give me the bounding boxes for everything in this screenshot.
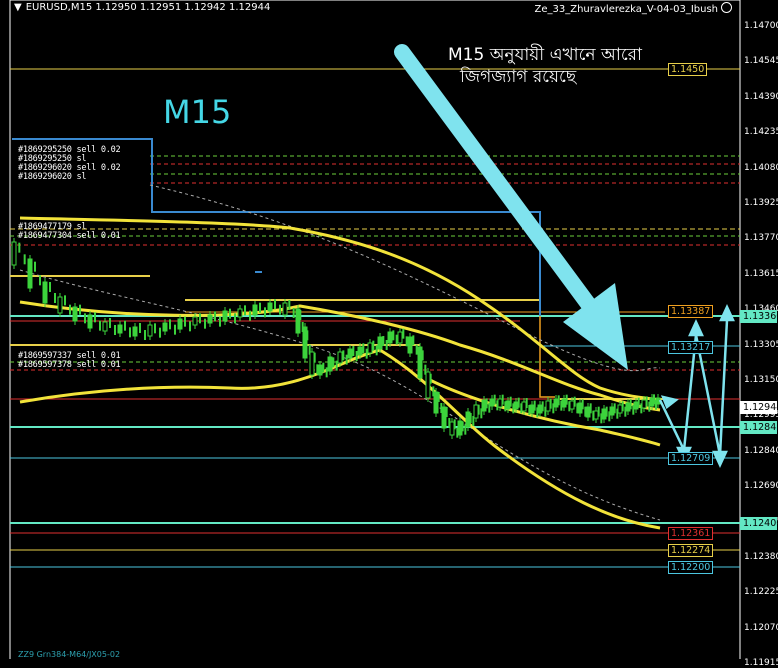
candle-body bbox=[625, 402, 631, 412]
chart-title: ▼ EURUSD,M15 1.12950 1.12951 1.12942 1.12… bbox=[14, 2, 270, 13]
candle-body bbox=[505, 400, 511, 410]
price-axis-label: 1.14235 bbox=[744, 127, 778, 138]
candle-body bbox=[561, 398, 567, 408]
candle-body bbox=[387, 331, 393, 344]
candle-body bbox=[327, 356, 333, 372]
candle-body bbox=[27, 258, 33, 289]
price-chart[interactable] bbox=[0, 0, 778, 659]
candle-body bbox=[237, 308, 243, 318]
price-axis-label: 1.14390 bbox=[744, 91, 778, 102]
candle-body bbox=[617, 404, 623, 414]
candle-body bbox=[102, 321, 108, 332]
candle-body bbox=[377, 336, 383, 350]
candle-body bbox=[545, 400, 551, 412]
order-label: #1869597378 sell 0.01 bbox=[18, 360, 121, 370]
smiley-icon bbox=[721, 2, 732, 13]
price-axis-label: 1.12690 bbox=[744, 481, 778, 492]
candle-body bbox=[11, 241, 17, 266]
price-tag: 1.13387 bbox=[668, 305, 714, 318]
candle-body bbox=[337, 351, 343, 364]
candle-body bbox=[309, 351, 315, 376]
price-tag: 1.12361 bbox=[668, 527, 714, 540]
candle-body bbox=[72, 306, 78, 322]
candle-body bbox=[147, 324, 153, 337]
price-axis-label: 1.13150 bbox=[744, 375, 778, 385]
candle-body bbox=[465, 411, 471, 428]
note-line-2: জিগজ্যাগ রয়েছে bbox=[460, 67, 577, 87]
expert-advisor-label[interactable]: Ze_33_Zhuravlerezka_V-04-03_Ibush bbox=[535, 2, 732, 15]
price-axis-label: 1.13615 bbox=[744, 268, 778, 279]
candle-body bbox=[207, 314, 213, 324]
candle-body bbox=[537, 404, 543, 414]
candle-body bbox=[441, 406, 447, 429]
price-tag: 1.12944 bbox=[740, 401, 778, 414]
candle-body bbox=[601, 408, 607, 420]
price-axis-label: 1.14080 bbox=[744, 162, 778, 173]
candle-body bbox=[513, 401, 519, 410]
candle-body bbox=[497, 398, 503, 408]
candle-body bbox=[553, 398, 559, 408]
price-tag: 1.12400 bbox=[740, 517, 778, 530]
order-label: #1869477304 sell 0.01 bbox=[18, 231, 121, 241]
candle-body bbox=[529, 404, 535, 414]
order-label: #1869296020 sl bbox=[18, 172, 87, 182]
candle-body bbox=[473, 404, 479, 419]
price-axis-label: 1.13770 bbox=[744, 233, 778, 244]
candle-body bbox=[585, 406, 591, 418]
candle-body bbox=[117, 324, 123, 334]
candle-body bbox=[433, 391, 439, 414]
timeframe-annotation: M15 bbox=[163, 93, 232, 131]
candle-body bbox=[457, 420, 463, 436]
candle-body bbox=[162, 322, 168, 332]
candle-body bbox=[407, 336, 413, 354]
candle-body bbox=[577, 402, 583, 414]
note-line-1: M15 অনুযায়ী এখানে আরো bbox=[448, 45, 642, 65]
candle-body bbox=[57, 296, 63, 314]
candle-body bbox=[569, 400, 575, 410]
candle-body bbox=[449, 421, 455, 436]
candle-body bbox=[317, 364, 323, 376]
price-tag: 1.12274 bbox=[668, 544, 714, 557]
chart-symbol-info: EURUSD,M15 1.12950 1.12951 1.12942 1.129… bbox=[25, 2, 271, 13]
candle-body bbox=[177, 318, 183, 330]
price-axis-label: 1.12840 bbox=[744, 445, 778, 456]
price-tag: 1.13217 bbox=[668, 341, 714, 354]
price-axis-label: 1.13305 bbox=[744, 339, 778, 350]
candle-body bbox=[425, 371, 431, 399]
candle-body bbox=[87, 314, 93, 329]
candle-body bbox=[481, 399, 487, 412]
candle-body bbox=[641, 399, 647, 409]
candle-body bbox=[489, 398, 495, 407]
candle-body bbox=[417, 346, 423, 379]
candle-body bbox=[609, 406, 615, 416]
price-tag: 1.12200 bbox=[668, 561, 714, 574]
price-tag: 1.1450 bbox=[668, 63, 708, 76]
candle-body bbox=[252, 304, 258, 316]
candle-body bbox=[267, 302, 273, 312]
candle-body bbox=[521, 401, 527, 412]
candle-body bbox=[222, 310, 228, 322]
candle-body bbox=[132, 326, 138, 337]
price-tag: 1.12709 bbox=[668, 452, 714, 465]
candle-body bbox=[192, 316, 198, 326]
price-axis-label: 1.12070 bbox=[744, 622, 778, 633]
candle-body bbox=[42, 281, 48, 304]
price-axis-label: 1.12225 bbox=[744, 587, 778, 598]
candle-body bbox=[397, 331, 403, 344]
indicator-footer: ZZ9 Grn384-M64/JX05-02 bbox=[18, 650, 121, 659]
candle-body bbox=[367, 342, 373, 354]
dropdown-arrow-icon[interactable]: ▼ bbox=[14, 2, 22, 13]
price-tag: 1.13360 bbox=[740, 310, 778, 323]
price-axis-label: 1.14545 bbox=[744, 56, 778, 67]
price-axis-label: 1.12380 bbox=[744, 552, 778, 562]
candle-body bbox=[357, 346, 363, 356]
candle-body bbox=[282, 302, 288, 316]
price-axis-label: 1.14700 bbox=[744, 21, 778, 31]
candle-body bbox=[633, 401, 639, 410]
candle-body bbox=[593, 410, 599, 420]
price-tag: 1.12848 bbox=[740, 421, 778, 434]
price-axis-label: 1.13925 bbox=[744, 198, 778, 208]
price-axis-label: 1.11915 bbox=[744, 658, 778, 668]
candle-body bbox=[347, 348, 353, 359]
